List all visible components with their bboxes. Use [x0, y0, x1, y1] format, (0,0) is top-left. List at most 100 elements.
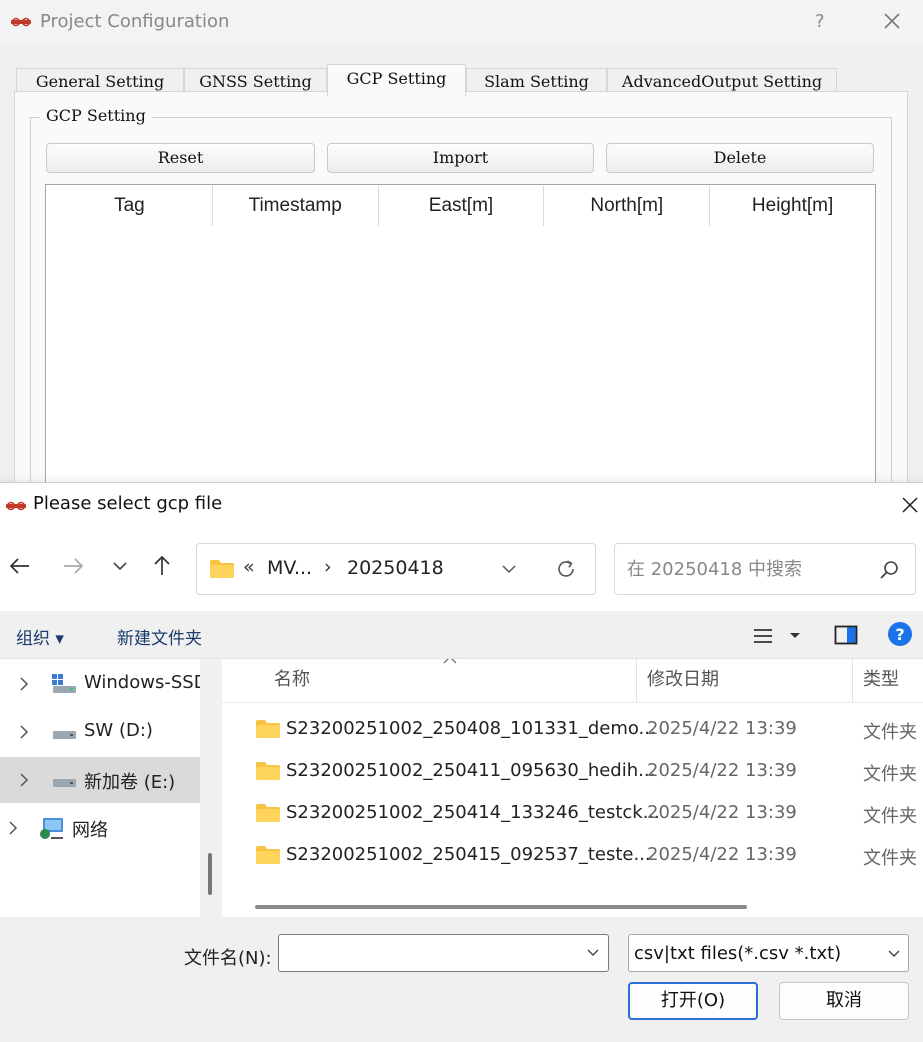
- column-header-timestamp[interactable]: Timestamp: [213, 186, 379, 226]
- tree-item-windows-ssd[interactable]: Windows-SSD: [0, 661, 200, 707]
- file-date: 2025/4/22 13:39: [647, 760, 797, 781]
- file-name: S23200251002_250411_095630_hedih...: [286, 760, 656, 781]
- new-folder-button[interactable]: 新建文件夹: [117, 624, 202, 649]
- breadcrumb-separator[interactable]: ›: [324, 556, 332, 578]
- chevron-down-icon[interactable]: [500, 562, 518, 576]
- address-bar[interactable]: « MV... › 20250418: [196, 543, 596, 595]
- navigation-bar: « MV... › 20250418: [0, 527, 923, 611]
- file-date: 2025/4/22 13:39: [647, 802, 797, 823]
- file-name: S23200251002_250415_092537_teste...: [286, 844, 651, 865]
- search-icon[interactable]: [877, 558, 901, 582]
- command-bar: 组织 ▾ 新建文件夹 ?: [0, 611, 923, 659]
- recent-locations-chevron-icon[interactable]: [107, 553, 133, 579]
- open-button[interactable]: 打开(O): [628, 982, 758, 1020]
- column-header-north[interactable]: North[m]: [544, 186, 711, 226]
- tree-item-label: 新加卷 (E:): [84, 772, 176, 793]
- file-list-header: 名称 修改日期 类型: [222, 659, 923, 703]
- column-header-type[interactable]: 类型: [853, 659, 923, 703]
- app-logo-icon: [11, 17, 31, 27]
- file-type: 文件夹: [863, 722, 917, 743]
- file-type: 文件夹: [863, 764, 917, 785]
- chevron-right-icon[interactable]: [6, 819, 20, 837]
- horizontal-scrollbar[interactable]: [255, 905, 747, 909]
- project-configuration-window: Project Configuration ? General Setting …: [0, 0, 923, 497]
- tree-item-label: 网络: [72, 820, 108, 841]
- dialog-title-bar: Please select gcp file: [0, 483, 923, 527]
- gcp-group-label: GCP Setting: [40, 106, 152, 125]
- forward-arrow-icon[interactable]: [60, 553, 86, 579]
- up-arrow-icon[interactable]: [149, 553, 175, 579]
- chevron-right-icon[interactable]: [17, 675, 31, 693]
- project-title-bar: Project Configuration ?: [0, 0, 923, 46]
- drive-icon: [53, 731, 76, 739]
- column-header-tag[interactable]: Tag: [47, 186, 213, 226]
- dialog-footer: 文件名(N): csv|txt files(*.csv *.txt) 打开(O)…: [0, 917, 923, 1042]
- gcp-table[interactable]: Tag Timestamp East[m] North[m] Height[m]: [45, 184, 876, 494]
- view-options-icon[interactable]: [752, 625, 804, 647]
- preview-pane-icon[interactable]: [834, 624, 858, 646]
- folder-icon: [256, 762, 280, 780]
- refresh-icon[interactable]: [554, 557, 578, 581]
- column-header-name[interactable]: 名称: [222, 659, 637, 703]
- navigation-tree: Windows-SSD SW (D:) 新加卷 (E:) 网络: [0, 659, 200, 917]
- tree-item-label: Windows-SSD: [84, 672, 200, 693]
- file-type-filter-value: csv|txt files(*.csv *.txt): [634, 943, 842, 964]
- file-list: 名称 修改日期 类型 S23200251002_250408_101331_de…: [222, 659, 923, 917]
- column-header-east[interactable]: East[m]: [379, 186, 545, 226]
- svg-text:?: ?: [895, 625, 904, 644]
- file-name: S23200251002_250408_101331_demo...: [286, 718, 656, 739]
- back-arrow-icon[interactable]: [7, 553, 33, 579]
- search-input[interactable]: [627, 556, 867, 582]
- file-type-filter-select[interactable]: csv|txt files(*.csv *.txt): [628, 934, 909, 972]
- file-row[interactable]: S23200251002_250414_133246_testck... 202…: [222, 793, 923, 835]
- breadcrumb-segment-mv[interactable]: MV...: [267, 557, 312, 579]
- gcp-table-header: Tag Timestamp East[m] North[m] Height[m]: [47, 186, 875, 226]
- close-icon[interactable]: [882, 10, 902, 32]
- windows-drive-icon: [52, 674, 76, 693]
- file-row[interactable]: S23200251002_250408_101331_demo... 2025/…: [222, 709, 923, 751]
- chevron-right-icon[interactable]: [17, 723, 31, 741]
- file-name: S23200251002_250414_133246_testck...: [286, 802, 660, 823]
- delete-button[interactable]: Delete: [606, 143, 874, 173]
- file-name-combobox: [278, 934, 609, 972]
- file-row[interactable]: S23200251002_250411_095630_hedih... 2025…: [222, 751, 923, 793]
- app-logo-icon: [6, 501, 26, 511]
- drive-icon: [53, 779, 76, 787]
- folder-icon: [256, 804, 280, 822]
- search-box: [614, 543, 916, 595]
- chevron-right-icon[interactable]: [17, 771, 31, 789]
- help-icon[interactable]: ?: [887, 621, 913, 647]
- folder-icon: [256, 846, 280, 864]
- help-button[interactable]: ?: [815, 11, 825, 32]
- breadcrumb-overflow[interactable]: «: [243, 556, 255, 578]
- breadcrumb-segment-current[interactable]: 20250418: [347, 557, 444, 579]
- organize-menu[interactable]: 组织 ▾: [16, 624, 64, 649]
- column-header-height[interactable]: Height[m]: [710, 186, 875, 226]
- folder-icon: [210, 560, 234, 578]
- tree-scrollbar[interactable]: [208, 853, 212, 895]
- close-icon[interactable]: [900, 494, 920, 516]
- cancel-button[interactable]: 取消: [779, 982, 909, 1020]
- tree-item-sw-d[interactable]: SW (D:): [0, 709, 200, 755]
- network-icon: [40, 818, 63, 839]
- file-row[interactable]: S23200251002_250415_092537_teste... 2025…: [222, 835, 923, 877]
- file-date: 2025/4/22 13:39: [647, 718, 797, 739]
- project-window-title: Project Configuration: [40, 11, 230, 32]
- chevron-down-icon[interactable]: [586, 947, 600, 959]
- file-type: 文件夹: [863, 806, 917, 827]
- file-date: 2025/4/22 13:39: [647, 844, 797, 865]
- tree-item-new-volume-e[interactable]: 新加卷 (E:): [0, 757, 200, 803]
- import-button[interactable]: Import: [327, 143, 594, 173]
- chevron-down-icon[interactable]: [887, 948, 901, 960]
- file-name-label: 文件名(N):: [184, 948, 272, 969]
- file-type: 文件夹: [863, 848, 917, 869]
- file-name-input[interactable]: [285, 941, 565, 965]
- dialog-title: Please select gcp file: [33, 493, 223, 514]
- reset-button[interactable]: Reset: [46, 143, 315, 173]
- tab-gcp-setting[interactable]: GCP Setting: [327, 64, 466, 96]
- tree-item-label: SW (D:): [84, 720, 153, 741]
- column-header-date-modified[interactable]: 修改日期: [637, 659, 853, 703]
- folder-icon: [256, 720, 280, 738]
- tree-item-network[interactable]: 网络: [0, 805, 200, 851]
- file-open-dialog: Please select gcp file « MV... › 2025041…: [0, 482, 923, 1042]
